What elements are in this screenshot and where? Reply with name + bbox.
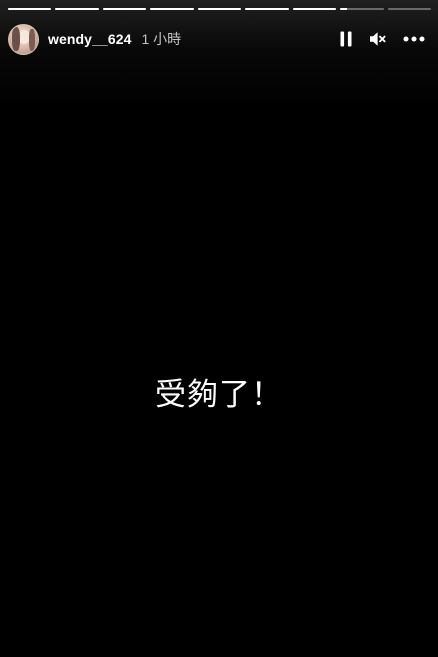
progress-segment: [197, 8, 242, 10]
progress-segment: [150, 8, 194, 10]
progress-segment-fill: [292, 8, 337, 10]
progress-segment: [8, 8, 52, 10]
time-ago: 1 小時: [141, 31, 182, 47]
avatar[interactable]: [8, 23, 39, 55]
story-progress-bar: [8, 8, 431, 10]
more-options-button[interactable]: [398, 23, 430, 55]
progress-segment: [292, 8, 337, 10]
progress-segment-fill: [55, 8, 99, 10]
mute-button[interactable]: [362, 23, 394, 55]
progress-segment-fill: [8, 8, 52, 10]
username[interactable]: wendy__624: [48, 31, 132, 47]
more-horizontal-icon: [403, 36, 425, 42]
pause-button[interactable]: [330, 23, 362, 55]
progress-segment: [102, 8, 147, 10]
progress-segment: [55, 8, 99, 10]
pause-icon: [340, 31, 352, 47]
progress-segment: [387, 8, 431, 10]
story-header: wendy__624 1 小時: [8, 23, 430, 55]
top-gradient: [0, 0, 438, 110]
progress-segment-fill: [102, 8, 147, 10]
muted-speaker-icon: [370, 32, 386, 46]
progress-segment-fill: [150, 8, 194, 10]
progress-segment-fill: [197, 8, 242, 10]
story-viewer[interactable]: wendy__624 1 小時 受夠了！: [0, 0, 438, 657]
progress-segment: [245, 8, 289, 10]
progress-segment: [340, 8, 384, 10]
story-controls: [330, 23, 430, 55]
progress-segment-fill: [245, 8, 289, 10]
progress-segment-fill: [340, 8, 347, 10]
story-text: 受夠了！: [155, 377, 283, 413]
